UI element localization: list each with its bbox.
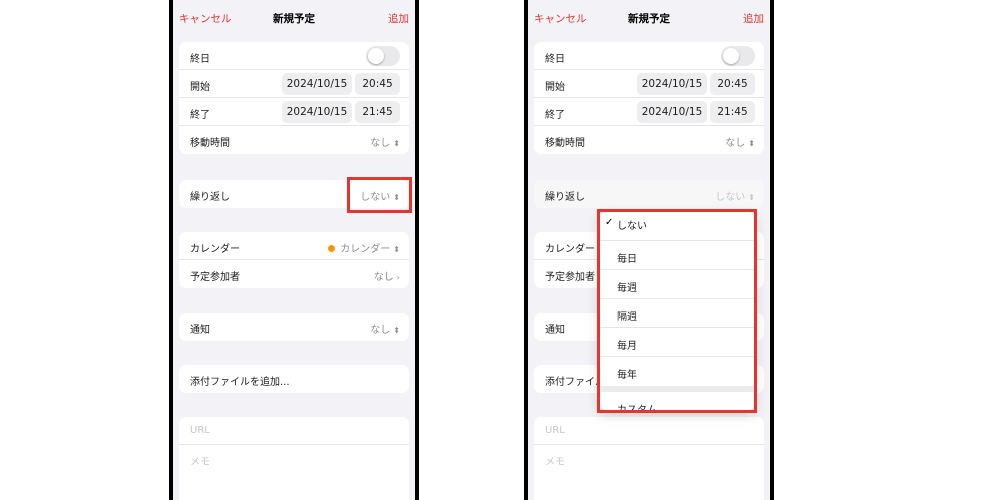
calendar-group: カレンダー カレンダー ⬍ 予定参加者 なし ›: [179, 232, 409, 288]
repeat-group: 繰り返し しない ⬍: [534, 180, 764, 208]
travel-time-row[interactable]: 移動時間 なし ⬍: [179, 126, 409, 154]
toggle-knob: [368, 48, 384, 64]
alert-value: なし: [370, 325, 391, 336]
end-time-button[interactable]: 21:45: [710, 101, 755, 123]
start-row: 開始 2024/10/15 20:45: [534, 70, 764, 98]
new-event-screen-menu-open: キャンセル 新規予定 追加 終日 開始 2024/10/15 20:45 終了 …: [528, 0, 770, 500]
repeat-value: しない: [715, 192, 746, 203]
all-day-toggle[interactable]: [721, 46, 755, 66]
chevron-updown-icon: ⬍: [748, 193, 755, 202]
calendar-label: カレンダー: [190, 244, 240, 255]
travel-time-label: 移動時間: [545, 138, 585, 149]
end-row: 終了 2024/10/15 21:45: [534, 98, 764, 126]
datetime-group: 終日 開始 2024/10/15 20:45 終了 2024/10/15 21:…: [534, 42, 764, 154]
start-row: 開始 2024/10/15 20:45: [179, 70, 409, 98]
notes-row[interactable]: メモ: [179, 445, 409, 473]
notes-input[interactable]: メモ: [545, 453, 565, 468]
invitees-label: 予定参加者: [545, 272, 595, 283]
attachment-group: 添付ファイルを追加...: [179, 365, 409, 393]
navbar: キャンセル 新規予定 追加: [528, 0, 770, 36]
add-button[interactable]: 追加: [388, 11, 409, 26]
start-date-button[interactable]: 2024/10/15: [637, 73, 707, 95]
invitees-label: 予定参加者: [190, 272, 240, 283]
page-title: 新規予定: [628, 13, 670, 25]
end-time-button[interactable]: 21:45: [355, 101, 400, 123]
calendar-row[interactable]: カレンダー カレンダー ⬍: [179, 232, 409, 260]
all-day-row: 終日: [179, 42, 409, 70]
url-row[interactable]: URL: [534, 417, 764, 445]
navbar: キャンセル 新規予定 追加: [173, 0, 415, 36]
new-event-screen: キャンセル 新規予定 追加 終日 開始 2024/10/15 20:45 終了 …: [173, 0, 415, 500]
end-label: 終了: [190, 110, 210, 121]
alert-row[interactable]: 通知 なし ⬍: [179, 313, 409, 341]
all-day-label: 終日: [190, 54, 210, 65]
end-date-button[interactable]: 2024/10/15: [282, 101, 352, 123]
chevron-right-icon: ›: [396, 273, 400, 282]
all-day-toggle[interactable]: [366, 46, 400, 66]
repeat-label: 繰り返し: [545, 192, 585, 203]
toggle-knob: [723, 48, 739, 64]
url-input[interactable]: URL: [190, 425, 210, 436]
calendar-value: カレンダー: [340, 244, 391, 255]
invitees-row[interactable]: 予定参加者 なし ›: [179, 260, 409, 288]
travel-time-value: なし: [725, 138, 746, 149]
calendar-label: カレンダー: [545, 244, 595, 255]
add-button[interactable]: 追加: [743, 11, 764, 26]
url-notes-group: URL メモ: [534, 417, 764, 500]
chevron-updown-icon: ⬍: [748, 139, 755, 148]
url-input[interactable]: URL: [545, 425, 565, 436]
alert-label: 通知: [545, 325, 565, 336]
chevron-updown-icon: ⬍: [393, 326, 400, 335]
start-label: 開始: [190, 82, 210, 93]
chevron-updown-icon: ⬍: [393, 139, 400, 148]
calendar-color-dot: [328, 245, 336, 252]
end-date-button[interactable]: 2024/10/15: [637, 101, 707, 123]
repeat-label: 繰り返し: [190, 192, 230, 203]
end-row: 終了 2024/10/15 21:45: [179, 98, 409, 126]
phone-left: キャンセル 新規予定 追加 終日 開始 2024/10/15 20:45 終了 …: [169, 0, 419, 500]
start-date-button[interactable]: 2024/10/15: [282, 73, 352, 95]
phone-right: キャンセル 新規予定 追加 終日 開始 2024/10/15 20:45 終了 …: [524, 0, 774, 500]
repeat-highlight-box: [347, 177, 412, 213]
start-label: 開始: [545, 82, 565, 93]
travel-time-row[interactable]: 移動時間 なし ⬍: [534, 126, 764, 154]
url-row[interactable]: URL: [179, 417, 409, 445]
page-title: 新規予定: [273, 13, 315, 25]
datetime-group: 終日 開始 2024/10/15 20:45 終了 2024/10/15 21:…: [179, 42, 409, 154]
repeat-row[interactable]: 繰り返し しない ⬍: [534, 180, 764, 208]
start-time-button[interactable]: 20:45: [710, 73, 755, 95]
alert-group: 通知 なし ⬍: [179, 313, 409, 341]
all-day-row: 終日: [534, 42, 764, 70]
notes-input[interactable]: メモ: [190, 453, 210, 468]
alert-label: 通知: [190, 325, 210, 336]
travel-time-value: なし: [370, 138, 391, 149]
chevron-updown-icon: ⬍: [393, 245, 400, 254]
attachment-label: 添付ファイルを追加...: [190, 377, 290, 388]
end-label: 終了: [545, 110, 565, 121]
notes-row[interactable]: メモ: [534, 445, 764, 473]
invitees-value: なし: [373, 272, 394, 283]
attachment-row[interactable]: 添付ファイルを追加...: [179, 365, 409, 393]
all-day-label: 終日: [545, 54, 565, 65]
start-time-button[interactable]: 20:45: [355, 73, 400, 95]
menu-highlight-box: [597, 209, 757, 413]
travel-time-label: 移動時間: [190, 138, 230, 149]
url-notes-group: URL メモ: [179, 417, 409, 500]
